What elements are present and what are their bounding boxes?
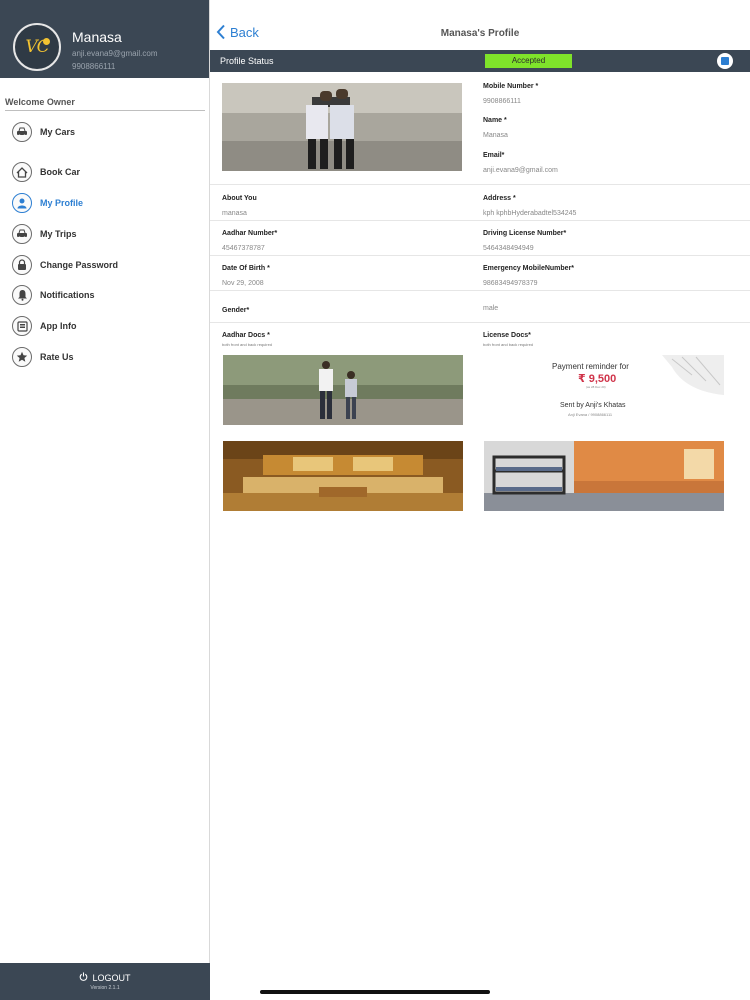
edit-icon [721, 57, 729, 65]
gender-value: male [483, 305, 499, 312]
logout-label: LOGOUT [92, 972, 131, 983]
sidebar-header: VC Manasa anji.evana9@gmail.com 99088661… [0, 0, 209, 78]
aadhar-number-value: 45467378787 [222, 245, 265, 252]
welcome-label: Welcome Owner [5, 97, 75, 107]
pattern-decoration [662, 355, 724, 395]
reminder-date: (as 28 Dec 20) [586, 385, 606, 389]
sidebar-footer: LOGOUT Version 2.1.1 [0, 963, 210, 1000]
about-label: About You [222, 195, 257, 202]
sidebar-item-label: My Trips [40, 229, 77, 239]
about-value: manasa [222, 210, 247, 217]
driving-license-value: 5464348494949 [483, 245, 534, 252]
license-docs-note: both front and back required [483, 342, 534, 347]
driving-license-label: Driving License Number* [483, 230, 567, 237]
divider [5, 110, 205, 111]
email-value: anji.evana9@gmail.com [483, 167, 558, 174]
reminder-sent-by: Sent by Anji's Khatas [560, 402, 626, 409]
bell-icon [12, 285, 32, 305]
car-icon [12, 122, 32, 142]
divider [210, 184, 750, 185]
sidebar-item-label: Book Car [40, 167, 81, 177]
sidebar-item-label: App Info [40, 321, 77, 331]
profile-main: Back Manasa's Profile Profile Status Acc… [210, 0, 750, 1000]
emergency-number-label: Emergency MobileNumber* [483, 265, 575, 272]
screen: VC Manasa anji.evana9@gmail.com 99088661… [0, 0, 750, 1000]
sidebar-item-label: Rate Us [40, 352, 74, 362]
profile-status-bar: Profile Status Accepted [210, 50, 750, 72]
sidebar-item-change-password[interactable]: Change Password [12, 254, 202, 276]
user-name: Manasa [72, 29, 122, 45]
sidebar-item-notifications[interactable]: Notifications [12, 284, 202, 306]
nav-bar: Back Manasa's Profile [210, 0, 750, 50]
status-badge: Accepted [485, 54, 572, 68]
name-label: Name * [483, 117, 507, 124]
sidebar-item-my-cars[interactable]: My Cars [12, 121, 202, 143]
sidebar-item-rate-us[interactable]: Rate Us [12, 346, 202, 368]
sidebar-item-label: My Cars [40, 127, 76, 137]
profile-status-label: Profile Status [220, 56, 274, 66]
sidebar-item-label: Change Password [40, 260, 119, 270]
license-doc-front-image[interactable]: Payment reminder for ₹ 9,500 (as 28 Dec … [484, 355, 724, 425]
app-logo: VC [13, 23, 61, 71]
emergency-number-value: 98683494978379 [483, 280, 538, 287]
reminder-amount: ₹ 9,500 [578, 373, 617, 385]
sidebar-item-label: My Profile [40, 198, 84, 208]
home-indicator [260, 990, 490, 994]
car-icon [12, 224, 32, 244]
sidebar-item-label: Notifications [40, 290, 95, 300]
sidebar-item-my-profile[interactable]: My Profile [12, 192, 202, 214]
user-phone: 9908866111 [72, 62, 116, 71]
mobile-number-value: 9908866111 [483, 98, 521, 105]
license-docs-label: License Docs* [483, 332, 531, 339]
star-icon [12, 347, 32, 367]
user-email: anji.evana9@gmail.com [72, 49, 158, 58]
name-value: Manasa [483, 132, 508, 139]
aadhar-docs-note: both front and back required [222, 342, 273, 347]
page-title: Manasa's Profile [440, 28, 520, 39]
version-label: Version 2.1.1 [90, 985, 120, 991]
reminder-heading: Payment reminder for [552, 362, 629, 371]
aadhar-doc-front-image[interactable] [223, 355, 463, 425]
lock-icon [12, 255, 32, 275]
email-label: Email* [483, 152, 505, 159]
profile-photo [222, 83, 462, 171]
divider [210, 255, 750, 256]
divider [210, 322, 750, 323]
sidebar-item-my-trips[interactable]: My Trips [12, 223, 202, 245]
sidebar: VC Manasa anji.evana9@gmail.com 99088661… [0, 0, 210, 1000]
edit-profile-button[interactable] [717, 53, 733, 69]
divider [210, 220, 750, 221]
aadhar-number-label: Aadhar Number* [222, 230, 278, 237]
info-icon [12, 316, 32, 336]
reminder-footer: Anji Evana / 9908866111 [568, 412, 613, 417]
home-icon [12, 162, 32, 182]
power-icon [79, 972, 88, 983]
address-value: kph kphbHyderabadtel534245 [483, 210, 577, 217]
dob-value: Nov 29, 2008 [222, 280, 264, 287]
dob-label: Date Of Birth * [222, 265, 270, 272]
logout-button[interactable]: LOGOUT [0, 972, 210, 983]
person-icon [12, 193, 32, 213]
gender-label: Gender* [222, 307, 250, 314]
aadhar-docs-label: Aadhar Docs * [222, 332, 270, 339]
aadhar-doc-back-image[interactable] [223, 441, 463, 511]
license-doc-back-image[interactable] [484, 441, 724, 511]
sidebar-item-book-car[interactable]: Book Car [12, 161, 202, 183]
sidebar-item-app-info[interactable]: App Info [12, 315, 202, 337]
mobile-number-label: Mobile Number * [483, 83, 539, 90]
divider [210, 290, 750, 291]
address-label: Address * [483, 195, 516, 202]
